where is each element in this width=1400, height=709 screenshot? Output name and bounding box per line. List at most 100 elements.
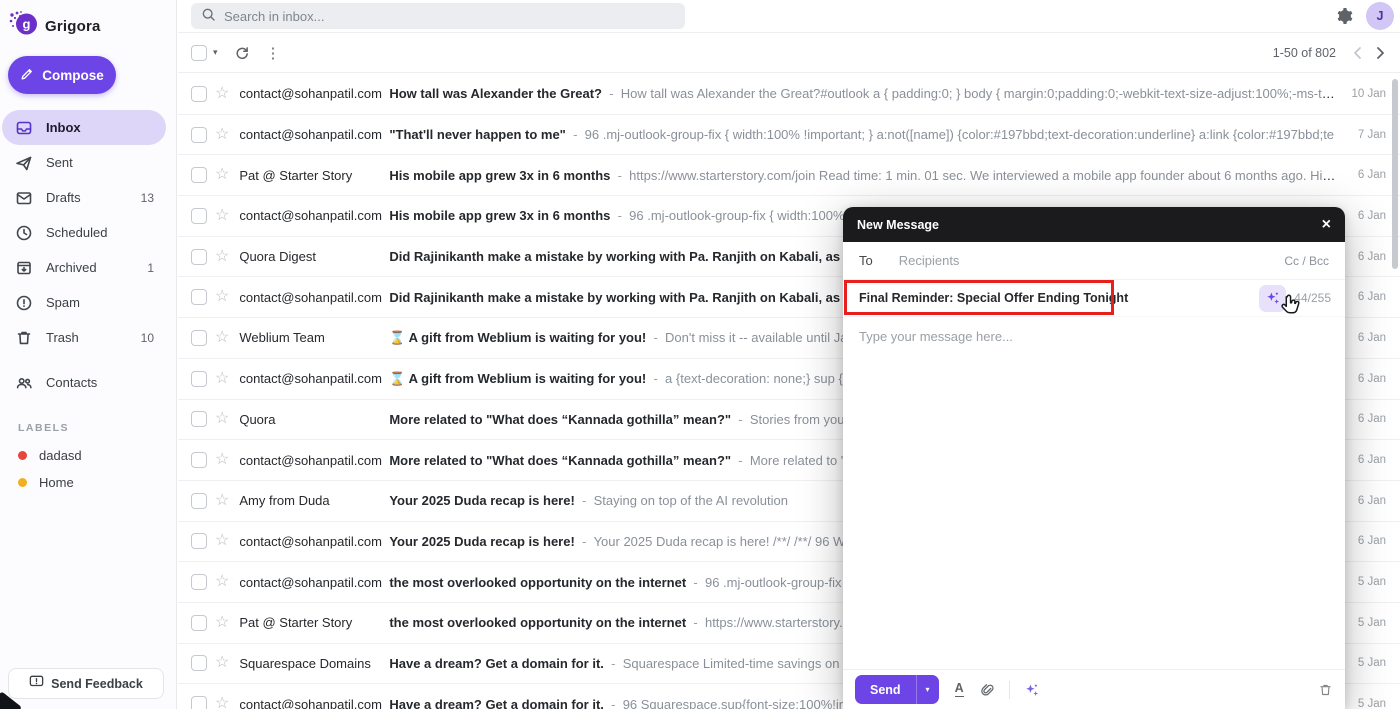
star-icon[interactable]: ☆ (215, 85, 229, 102)
discard-trash-icon[interactable] (1318, 682, 1333, 698)
ai-sparkle-button[interactable] (1259, 284, 1287, 312)
email-row[interactable]: ☆ contact@sohanpatil.com How tall was Al… (178, 74, 1400, 115)
row-checkbox[interactable] (191, 248, 207, 265)
sidebar-item-scheduled[interactable]: Scheduled (2, 215, 166, 250)
email-date: 6 Jan (1357, 372, 1386, 385)
row-checkbox[interactable] (191, 126, 207, 143)
select-dropdown-caret-icon[interactable]: ▾ (213, 47, 218, 58)
row-checkbox[interactable] (191, 289, 207, 306)
label-color-dot (18, 478, 27, 487)
label-item-home[interactable]: Home (0, 469, 176, 496)
star-icon[interactable]: ☆ (215, 574, 229, 590)
email-sender: Weblium Team (239, 330, 325, 346)
sidebar-item-archived[interactable]: Archived 1 (2, 250, 166, 285)
prev-page-icon[interactable] (1352, 46, 1362, 60)
row-checkbox[interactable] (191, 574, 207, 591)
label-name: dadasd (39, 448, 82, 463)
sidebar-item-trash[interactable]: Trash 10 (2, 320, 166, 355)
row-checkbox[interactable] (191, 696, 207, 709)
star-icon[interactable]: ☆ (215, 207, 229, 224)
email-subject-preview: "That'll never happen to me" - 96 .mj-ou… (389, 127, 1335, 143)
message-body-input[interactable]: Type your message here... (843, 317, 1345, 669)
pagination-text: 1-50 of 802 (1272, 45, 1336, 60)
sidebar-item-inbox[interactable]: Inbox (2, 110, 166, 145)
email-subject-preview: How tall was Alexander the Great? - How … (389, 86, 1338, 102)
send-feedback-button[interactable]: Send Feedback (8, 668, 164, 699)
sidebar-item-contacts[interactable]: Contacts (2, 365, 166, 400)
more-options-icon[interactable]: ⋮ (266, 44, 281, 62)
email-date: 6 Jan (1357, 331, 1386, 344)
row-checkbox[interactable] (191, 452, 207, 469)
search-icon (201, 7, 216, 25)
row-checkbox[interactable] (191, 614, 207, 631)
row-checkbox[interactable] (191, 85, 207, 102)
star-icon[interactable]: ☆ (215, 126, 229, 143)
user-avatar[interactable]: J (1366, 2, 1394, 30)
pencil-icon (20, 67, 34, 84)
scrollbar-thumb[interactable] (1392, 79, 1398, 269)
row-checkbox[interactable] (191, 370, 207, 387)
row-checkbox[interactable] (191, 533, 207, 550)
compose-label: Compose (42, 67, 104, 83)
refresh-icon[interactable] (234, 45, 250, 61)
attachment-icon[interactable] (980, 682, 995, 698)
compose-button[interactable]: Compose (8, 56, 116, 94)
sidebar-item-sent[interactable]: Sent (2, 145, 166, 180)
row-checkbox[interactable] (191, 329, 207, 346)
row-checkbox[interactable] (191, 207, 207, 224)
row-checkbox[interactable] (191, 167, 207, 184)
char-count: 44/255 (1294, 291, 1331, 305)
email-date: 5 Jan (1357, 698, 1386, 709)
subject-input[interactable]: Final Reminder: Special Offer Ending Ton… (843, 291, 1259, 305)
star-icon[interactable]: ☆ (215, 533, 229, 549)
row-checkbox[interactable] (191, 655, 207, 672)
settings-gear-icon[interactable] (1334, 6, 1354, 26)
label-item-dadasd[interactable]: dadasd (0, 442, 176, 469)
pagination: 1-50 of 802 (1273, 46, 1386, 60)
star-icon[interactable]: ☆ (215, 167, 229, 183)
email-sender: contact@sohanpatil.com (239, 452, 382, 468)
trash-icon (15, 329, 33, 347)
email-date: 6 Jan (1357, 291, 1386, 304)
format-icon[interactable]: A (954, 681, 964, 697)
recipients-input[interactable]: Recipients (899, 253, 1285, 268)
row-checkbox[interactable] (191, 411, 207, 428)
sidebar-item-label: Sent (46, 155, 73, 170)
star-icon[interactable]: ☆ (215, 655, 229, 671)
compose-header[interactable]: New Message × (843, 207, 1345, 242)
search-input[interactable]: Search in inbox... (191, 3, 685, 29)
ccbcc-toggle[interactable]: Cc / Bcc (1284, 254, 1329, 268)
star-icon[interactable]: ☆ (215, 696, 229, 709)
next-page-icon[interactable] (1376, 46, 1386, 60)
row-checkbox[interactable] (191, 492, 207, 509)
send-button[interactable]: Send ▾ (855, 675, 939, 704)
email-sender: Quora (239, 411, 276, 427)
email-sender: contact@sohanpatil.com (239, 86, 382, 102)
ai-sparkle-icon[interactable] (1024, 682, 1040, 698)
star-icon[interactable]: ☆ (215, 411, 229, 427)
email-row[interactable]: ☆ contact@sohanpatil.com "That'll never … (178, 114, 1400, 156)
sidebar-item-drafts[interactable]: Drafts 13 (2, 180, 166, 215)
email-row[interactable]: ☆ Pat @ Starter Story His mobile app gre… (178, 155, 1400, 197)
email-sender: contact@sohanpatil.com (239, 696, 382, 709)
close-icon[interactable]: × (1322, 216, 1331, 233)
star-icon[interactable]: ☆ (215, 329, 229, 346)
send-options-caret-icon[interactable]: ▾ (915, 675, 939, 704)
sidebar-item-spam[interactable]: Spam (2, 285, 166, 320)
star-icon[interactable]: ☆ (215, 289, 229, 305)
star-icon[interactable]: ☆ (215, 614, 229, 631)
star-icon[interactable]: ☆ (215, 492, 229, 509)
star-icon[interactable]: ☆ (215, 452, 229, 468)
app-name: Grigora (45, 17, 101, 35)
select-all-checkbox[interactable] (191, 44, 207, 61)
feedback-icon (29, 675, 44, 692)
search-placeholder: Search in inbox... (224, 8, 325, 24)
star-icon[interactable]: ☆ (215, 370, 229, 387)
email-date: 10 Jan (1351, 87, 1386, 100)
send-label: Send (855, 675, 916, 704)
email-sender: Pat @ Starter Story (239, 167, 353, 183)
app-logo: g Grigora (0, 0, 176, 46)
list-toolbar: ▾ ⋮ 1-50 of 802 (178, 33, 1400, 73)
star-icon[interactable]: ☆ (215, 248, 229, 265)
grigora-logo-icon: g (8, 10, 38, 42)
